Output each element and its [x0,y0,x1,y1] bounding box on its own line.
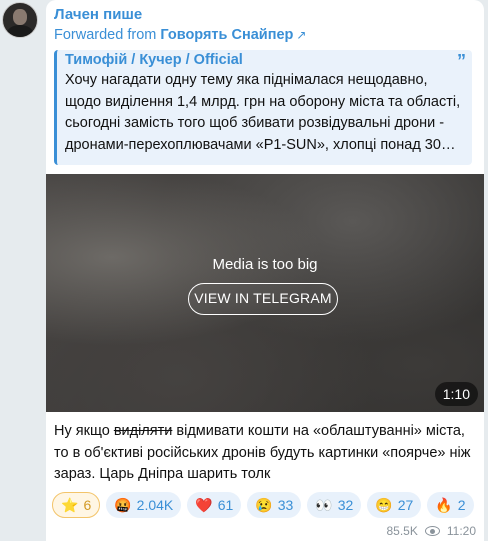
quote-author: Тимофій / Кучер / Official [65,52,243,68]
reaction-count: 32 [337,497,354,513]
quote-text: Хочу нагадати одну тему яка піднімалася … [65,72,461,153]
video-duration: 1:10 [434,382,478,406]
view-in-telegram-button[interactable]: VIEW IN TELEGRAM [188,283,338,315]
reaction-count: 27 [397,497,414,513]
view-count: 85.5K [386,524,418,538]
media-preview[interactable]: Media is too big VIEW IN TELEGRAM 1:10 [46,174,484,412]
message-struck-word: виділяти [113,423,173,439]
forwarded-prefix: Forwarded from [54,27,161,43]
eye-icon [424,526,440,536]
message-meta: 85.5K 11:20 [387,524,477,538]
media-notice: Media is too big [212,256,318,273]
reaction-fire[interactable]: 🔥 2 [427,492,474,518]
message-time: 11:20 [446,524,476,538]
sender-name[interactable]: Лачен пише [54,6,142,23]
external-link-icon: ↗ [296,28,307,42]
star-icon: ⭐ [61,497,79,513]
message-text: Ну якщо виділяти відмивати кошти на «обл… [54,421,478,486]
quote-icon: ” [457,51,466,71]
reaction-count: 6 [83,497,92,513]
message-bubble: Лачен пише Forwarded from Говорять Снайп… [46,0,484,541]
forward-source-link[interactable]: Говорять Снайпер [160,27,293,43]
reaction-count: 61 [217,497,234,513]
heart-icon: ❤️ [195,497,213,513]
reply-quote[interactable]: Тимофій / Кучер / Official ” Хочу нагада… [54,50,472,165]
reaction-eyes[interactable]: 👀 32 [307,492,362,518]
reaction-grin-face[interactable]: 😁 27 [367,492,422,518]
reaction-count: 2 [457,497,466,513]
grin-face-icon: 😁 [375,497,393,513]
fire-icon: 🔥 [435,497,453,513]
reaction-crying-face[interactable]: 😢 33 [247,492,302,518]
reaction-count: 2.04K [136,497,174,513]
forwarded-from: Forwarded from Говорять Снайпер ↗ [54,27,306,43]
reaction-count: 33 [277,497,294,513]
crying-face-icon: 😢 [255,497,273,513]
message-part-1: Ну якщо [54,423,114,439]
eyes-icon: 👀 [315,497,333,513]
avatar-body [7,25,33,37]
avatar-face [13,9,27,25]
reaction-star[interactable]: ⭐ 6 [52,492,101,518]
reactions-bar: ⭐ 6 🤬 2.04K ❤️ 61 😢 33 👀 32 😁 27 🔥 2 [52,492,474,520]
reaction-angry-face[interactable]: 🤬 2.04K [106,492,182,518]
angry-face-icon: 🤬 [114,497,132,513]
avatar[interactable] [2,2,38,38]
reaction-heart[interactable]: ❤️ 61 [187,492,242,518]
